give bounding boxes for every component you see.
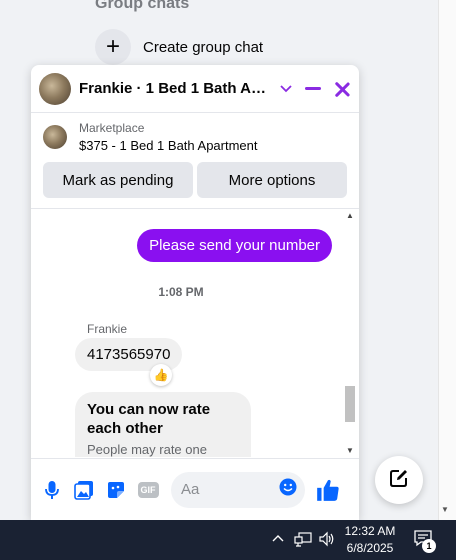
chevron-down-icon[interactable] [279, 82, 293, 96]
marketplace-banner[interactable]: Marketplace $375 - 1 Bed 1 Bath Apartmen… [31, 113, 359, 153]
message-composer: GIF [31, 458, 359, 520]
scroll-down-arrow-icon[interactable]: ▼ [441, 505, 449, 514]
notification-count-badge: 1 [422, 539, 436, 553]
sender-name: Frankie [87, 322, 128, 336]
close-icon[interactable] [333, 80, 351, 98]
message-scrollbar[interactable]: ▲ ▼ [343, 209, 357, 457]
gif-label: GIF [137, 481, 159, 498]
chat-window: Frankie · 1 Bed 1 Bath Apar... Marketpla… [31, 65, 359, 520]
sidebar-scrollbar[interactable] [438, 0, 456, 520]
scrollbar-thumb[interactable] [345, 386, 355, 422]
sticker-icon[interactable] [105, 479, 127, 501]
network-icon[interactable] [294, 531, 312, 552]
minimize-icon[interactable] [305, 87, 321, 90]
rating-card-subtitle: People may rate one [87, 442, 207, 457]
rating-card[interactable]: You can now rate each other People may r… [75, 392, 251, 457]
marketplace-label: Marketplace [79, 121, 145, 135]
compose-icon [388, 467, 410, 494]
more-options-button[interactable]: More options [197, 162, 347, 198]
contact-avatar[interactable] [39, 72, 71, 105]
scroll-down-arrow-icon[interactable]: ▼ [346, 446, 354, 455]
message-list: Please send your number 1:08 PM Frankie … [31, 209, 359, 457]
tray-overflow-chevron-icon[interactable] [272, 532, 284, 550]
create-group-chat-label: Create group chat [143, 38, 264, 56]
system-clock[interactable]: 12:32 AM 6/8/2025 [340, 523, 400, 557]
rating-card-title: You can now rate each other [87, 401, 211, 437]
emoji-icon[interactable] [279, 478, 297, 501]
outgoing-message[interactable]: Please send your number [137, 229, 332, 262]
volume-icon[interactable] [318, 531, 336, 552]
taskbar: 12:32 AM 6/8/2025 1 [0, 520, 456, 560]
group-chats-header: Group chats [95, 0, 190, 12]
scroll-up-arrow-icon[interactable]: ▲ [346, 211, 354, 220]
chat-header: Frankie · 1 Bed 1 Bath Apar... [31, 65, 359, 113]
listing-title[interactable]: $375 - 1 Bed 1 Bath Apartment [79, 138, 258, 153]
mark-as-pending-button[interactable]: Mark as pending [43, 162, 193, 198]
new-message-button[interactable] [375, 456, 423, 504]
listing-thumbnail [43, 125, 67, 149]
clock-date: 6/8/2025 [346, 541, 394, 555]
message-timestamp: 1:08 PM [158, 285, 204, 299]
plus-icon: + [95, 29, 131, 65]
chat-title[interactable]: Frankie · 1 Bed 1 Bath Apar... [79, 80, 275, 97]
gif-icon[interactable]: GIF [137, 479, 159, 501]
create-group-chat-button[interactable]: + Create group chat [95, 29, 263, 65]
thumbs-up-reaction-icon[interactable]: 👍 [150, 364, 172, 386]
clock-time: 12:32 AM [344, 524, 396, 538]
microphone-icon[interactable] [41, 479, 63, 501]
message-input-wrapper[interactable] [171, 471, 305, 508]
message-input[interactable] [181, 481, 279, 498]
photo-icon[interactable] [73, 479, 95, 501]
thumbs-up-icon[interactable] [315, 477, 341, 503]
